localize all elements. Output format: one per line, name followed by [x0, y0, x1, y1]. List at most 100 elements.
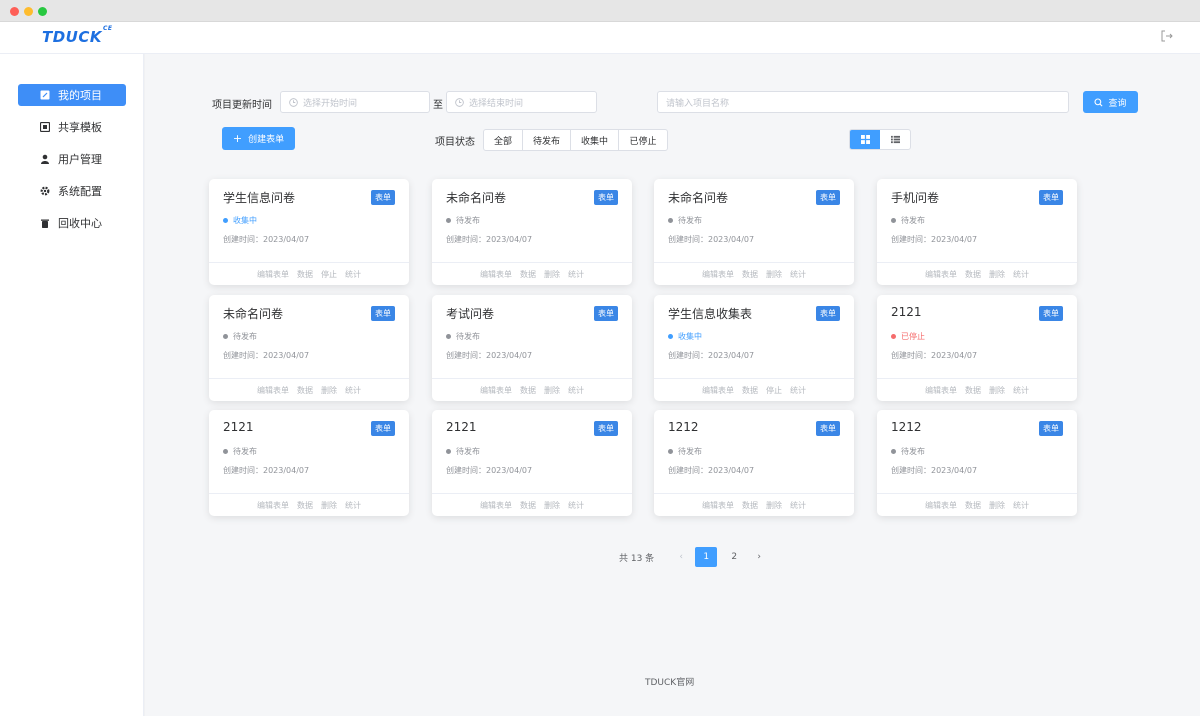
edit-form-action[interactable]: 编辑表单 [702, 500, 734, 511]
pagination-page-1[interactable]: 1 [695, 547, 718, 567]
footer-tduck-link[interactable]: TDUCK官网 [645, 675, 694, 688]
create-form-button[interactable]: + 创建表单 [222, 127, 295, 150]
project-card[interactable]: 未命名问卷 表单 待发布 创建时间：2023/04/07 编辑表单 数据 删除 统计 [654, 179, 854, 285]
trash-icon [41, 219, 49, 228]
statistics-action[interactable]: 统计 [568, 269, 584, 280]
edit-form-action[interactable]: 编辑表单 [257, 500, 289, 511]
edit-form-action[interactable]: 编辑表单 [925, 500, 957, 511]
edit-form-action[interactable]: 编辑表单 [702, 269, 734, 280]
edit-form-action[interactable]: 编辑表单 [702, 385, 734, 396]
secondary-action[interactable]: 删除 [989, 385, 1005, 396]
secondary-action[interactable]: 删除 [989, 500, 1005, 511]
sidebar-item-my-projects[interactable]: 我的项目 [18, 84, 126, 106]
status-filter-collecting[interactable]: 收集中 [571, 130, 619, 150]
data-action[interactable]: 数据 [965, 385, 981, 396]
data-action[interactable]: 数据 [742, 385, 758, 396]
project-card[interactable]: 学生信息收集表 表单 收集中 创建时间：2023/04/07 编辑表单 数据 停止 统计 [654, 295, 854, 401]
edit-form-action[interactable]: 编辑表单 [257, 269, 289, 280]
secondary-action[interactable]: 删除 [321, 500, 337, 511]
card-status-label: 待发布 [678, 216, 702, 225]
statistics-action[interactable]: 统计 [345, 385, 361, 396]
card-actions: 编辑表单 数据 删除 统计 [209, 385, 409, 396]
pagination-page-2[interactable]: 2 [723, 547, 745, 567]
statistics-action[interactable]: 统计 [790, 500, 806, 511]
secondary-action[interactable]: 删除 [989, 269, 1005, 280]
status-dot-icon [446, 218, 451, 223]
data-action[interactable]: 数据 [742, 500, 758, 511]
project-name-search-input[interactable]: 请输入项目名称 [657, 91, 1069, 113]
project-card[interactable]: 2121 表单 待发布 创建时间：2023/04/07 编辑表单 数据 删除 统计 [209, 410, 409, 516]
data-action[interactable]: 数据 [297, 500, 313, 511]
pagination-next-button[interactable]: › [748, 552, 770, 562]
start-time-input[interactable]: 选择开始时间 [280, 91, 430, 113]
data-action[interactable]: 数据 [520, 385, 536, 396]
statistics-action[interactable]: 统计 [1013, 500, 1029, 511]
end-time-input[interactable]: 选择结束时间 [446, 91, 597, 113]
edit-form-action[interactable]: 编辑表单 [480, 269, 512, 280]
project-card[interactable]: 2121 表单 待发布 创建时间：2023/04/07 编辑表单 数据 删除 统计 [432, 410, 632, 516]
card-created-date: 创建时间：2023/04/07 [223, 351, 310, 360]
logo[interactable]: TDUCKCE [42, 25, 113, 46]
template-icon [40, 122, 50, 132]
edit-form-action[interactable]: 编辑表单 [480, 500, 512, 511]
secondary-action[interactable]: 删除 [321, 385, 337, 396]
data-action[interactable]: 数据 [520, 269, 536, 280]
project-card[interactable]: 未命名问卷 表单 待发布 创建时间：2023/04/07 编辑表单 数据 删除 统计 [432, 179, 632, 285]
status-filter-stopped[interactable]: 已停止 [619, 130, 667, 150]
data-action[interactable]: 数据 [297, 385, 313, 396]
project-card[interactable]: 学生信息问卷 表单 收集中 创建时间：2023/04/07 编辑表单 数据 停止 统计 [209, 179, 409, 285]
statistics-action[interactable]: 统计 [1013, 269, 1029, 280]
secondary-action[interactable]: 删除 [544, 269, 560, 280]
statistics-action[interactable]: 统计 [345, 500, 361, 511]
secondary-action[interactable]: 删除 [544, 385, 560, 396]
sidebar-item-system-config[interactable]: 系统配置 [18, 180, 126, 202]
edit-form-action[interactable]: 编辑表单 [925, 385, 957, 396]
status-dot-icon [891, 218, 896, 223]
card-actions: 编辑表单 数据 删除 统计 [432, 269, 632, 280]
grid-view-button[interactable] [850, 130, 880, 149]
secondary-action[interactable]: 停止 [766, 385, 782, 396]
project-card[interactable]: 1212 表单 待发布 创建时间：2023/04/07 编辑表单 数据 删除 统计 [654, 410, 854, 516]
statistics-action[interactable]: 统计 [568, 385, 584, 396]
window-close-button[interactable] [10, 7, 19, 16]
secondary-action[interactable]: 删除 [766, 500, 782, 511]
card-title: 学生信息问卷 [223, 191, 296, 205]
data-action[interactable]: 数据 [742, 269, 758, 280]
edit-form-action[interactable]: 编辑表单 [257, 385, 289, 396]
card-status: 待发布 [891, 446, 925, 457]
project-card[interactable]: 1212 表单 待发布 创建时间：2023/04/07 编辑表单 数据 删除 统计 [877, 410, 1077, 516]
secondary-action[interactable]: 停止 [321, 269, 337, 280]
data-action[interactable]: 数据 [965, 269, 981, 280]
sidebar-item-recycle-bin[interactable]: 回收中心 [18, 212, 126, 234]
card-status-label: 待发布 [233, 447, 257, 456]
list-view-button[interactable] [880, 130, 910, 149]
secondary-action[interactable]: 删除 [544, 500, 560, 511]
pagination-prev-button[interactable]: ‹ [670, 552, 692, 562]
project-card[interactable]: 2121 表单 已停止 创建时间：2023/04/07 编辑表单 数据 删除 统计 [877, 295, 1077, 401]
statistics-action[interactable]: 统计 [1013, 385, 1029, 396]
data-action[interactable]: 数据 [965, 500, 981, 511]
statistics-action[interactable]: 统计 [790, 269, 806, 280]
data-action[interactable]: 数据 [520, 500, 536, 511]
edit-form-action[interactable]: 编辑表单 [480, 385, 512, 396]
query-button[interactable]: 查询 [1083, 91, 1138, 113]
edit-form-action[interactable]: 编辑表单 [925, 269, 957, 280]
card-actions: 编辑表单 数据 删除 统计 [877, 269, 1077, 280]
status-filter-all[interactable]: 全部 [484, 130, 523, 150]
project-card[interactable]: 手机问卷 表单 待发布 创建时间：2023/04/07 编辑表单 数据 删除 统计 [877, 179, 1077, 285]
statistics-action[interactable]: 统计 [790, 385, 806, 396]
project-card[interactable]: 未命名问卷 表单 待发布 创建时间：2023/04/07 编辑表单 数据 删除 统计 [209, 295, 409, 401]
logout-icon[interactable] [1160, 29, 1174, 43]
card-title: 2121 [223, 420, 254, 434]
statistics-action[interactable]: 统计 [568, 500, 584, 511]
status-filter-unpublished[interactable]: 待发布 [523, 130, 571, 150]
sidebar-item-user-management[interactable]: 用户管理 [18, 148, 126, 170]
card-actions: 编辑表单 数据 停止 统计 [209, 269, 409, 280]
secondary-action[interactable]: 删除 [766, 269, 782, 280]
data-action[interactable]: 数据 [297, 269, 313, 280]
window-minimize-button[interactable] [24, 7, 33, 16]
project-card[interactable]: 考试问卷 表单 待发布 创建时间：2023/04/07 编辑表单 数据 删除 统计 [432, 295, 632, 401]
window-maximize-button[interactable] [38, 7, 47, 16]
statistics-action[interactable]: 统计 [345, 269, 361, 280]
sidebar-item-shared-templates[interactable]: 共享模板 [18, 116, 126, 138]
